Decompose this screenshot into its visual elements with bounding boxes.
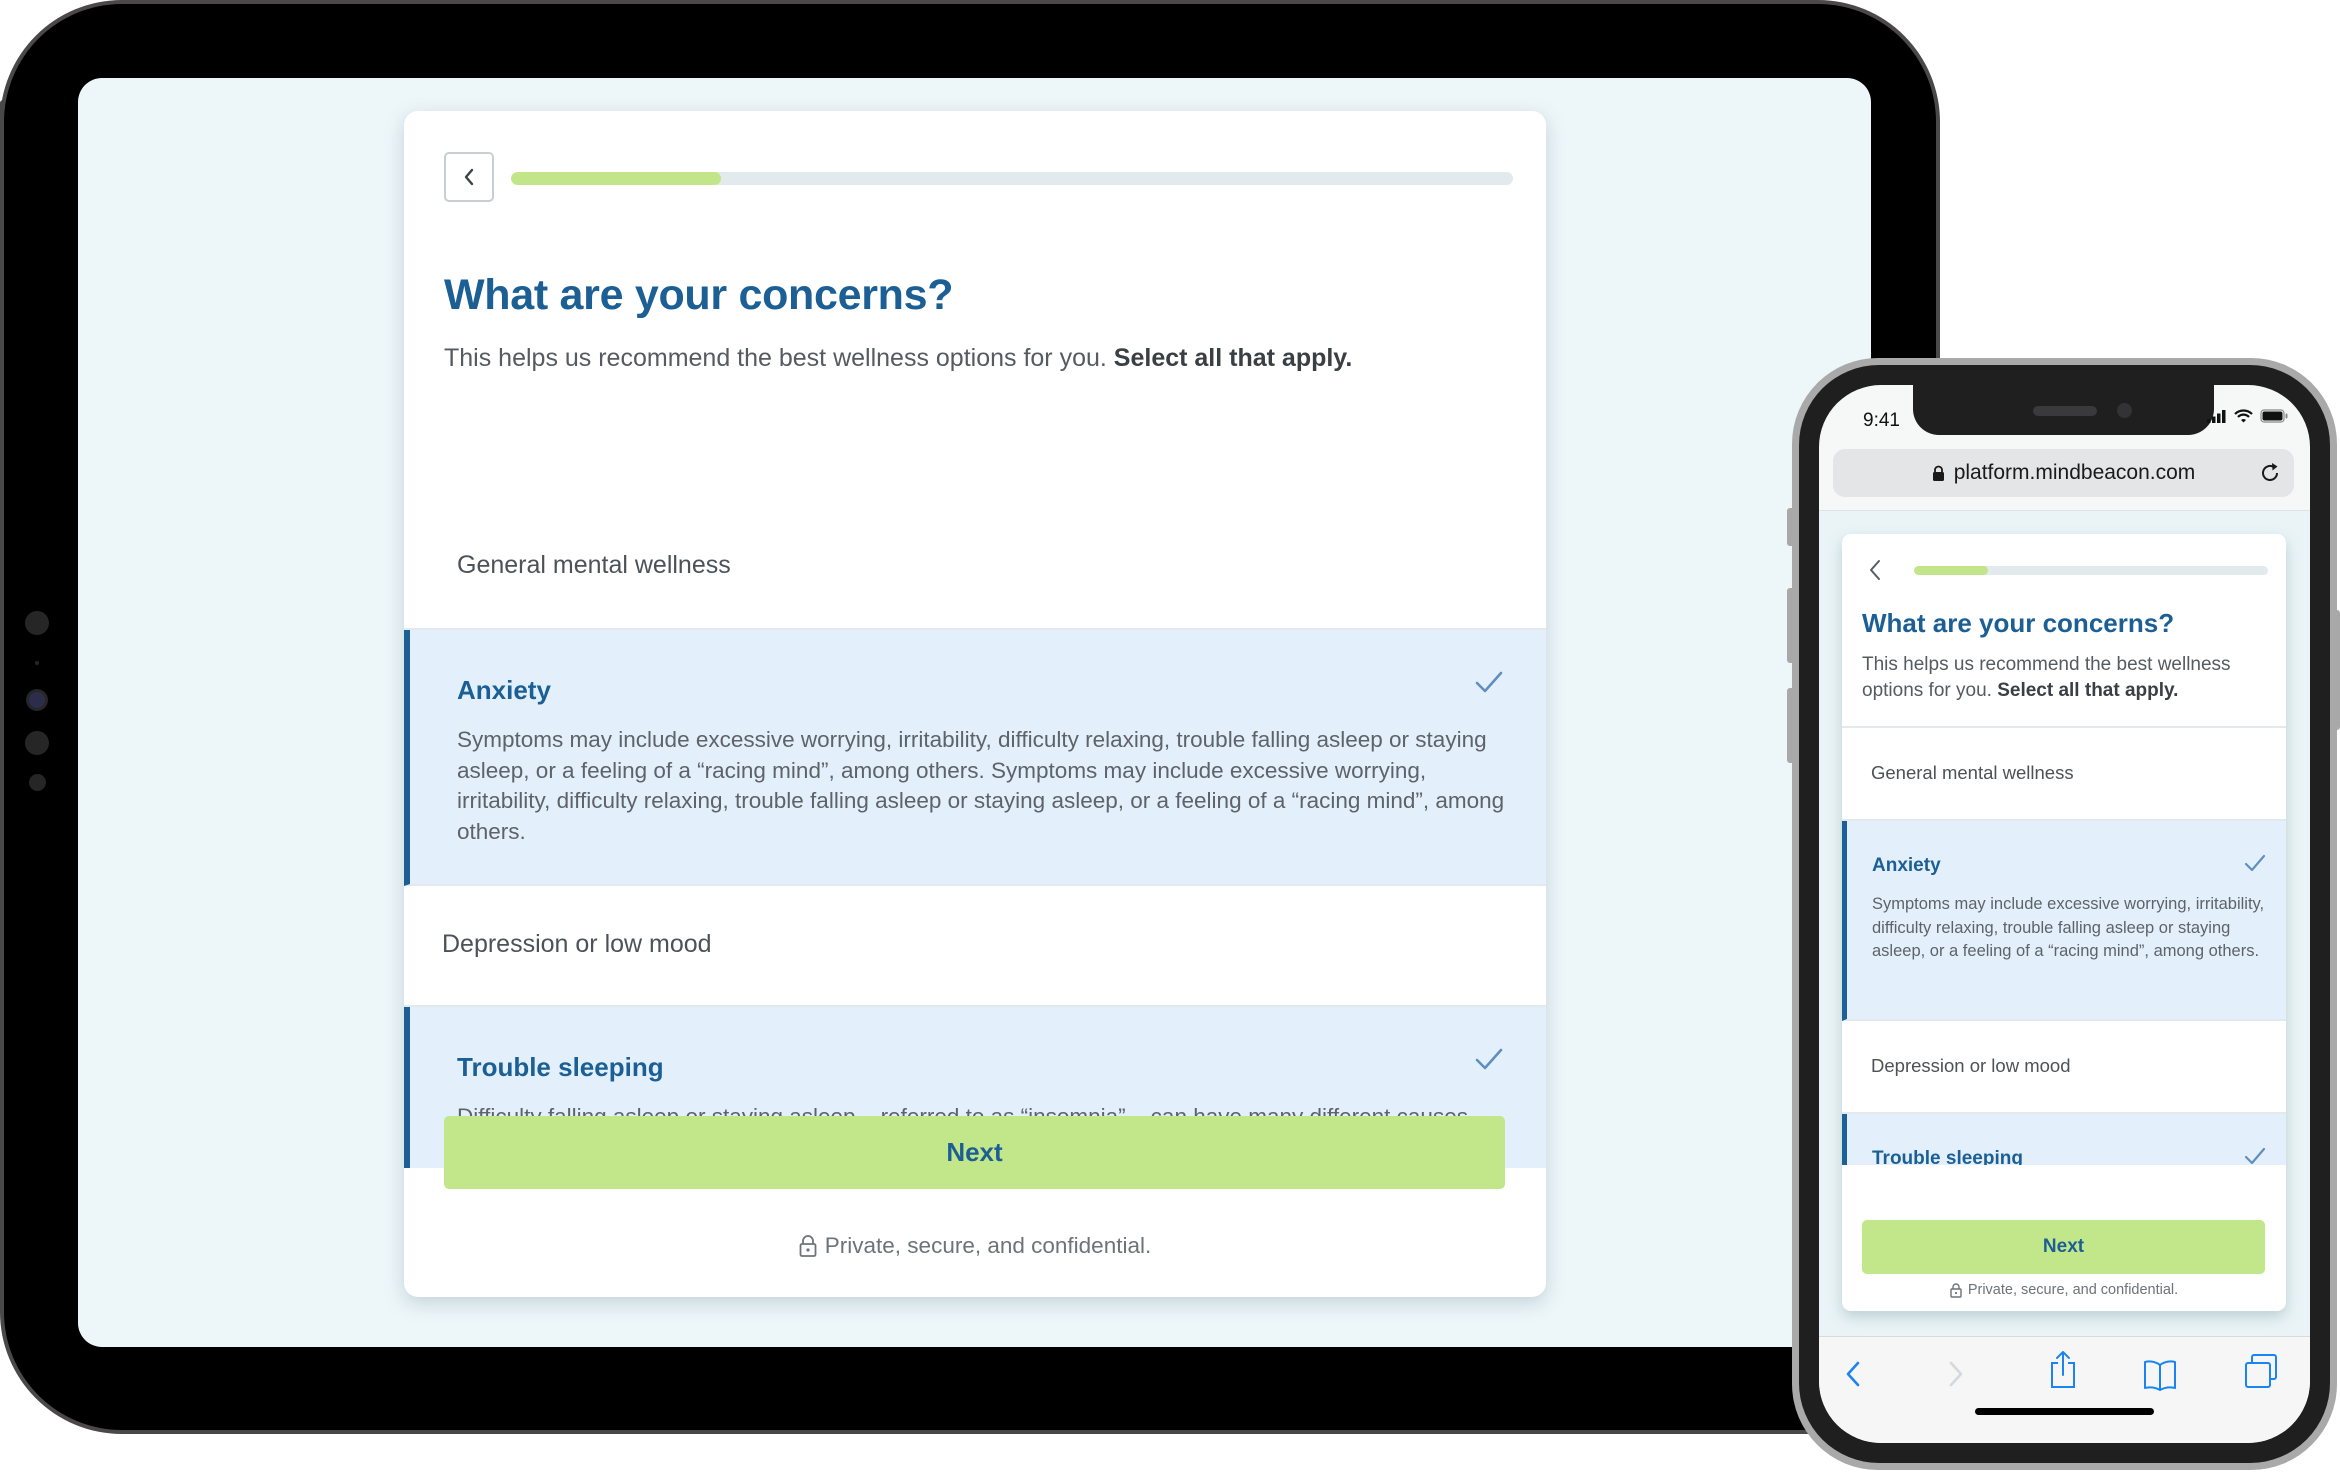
phone-device-frame: 9:41 platform.mindbeacon.com What are yo… bbox=[1792, 358, 2337, 1470]
option-description: Symptoms may include excessive worrying,… bbox=[457, 727, 1505, 844]
option-label: Trouble sleeping bbox=[457, 1052, 664, 1082]
option-depression-or-low-mood[interactable]: Depression or low mood bbox=[1842, 1021, 2286, 1114]
subtitle-text: This helps us recommend the best wellnes… bbox=[444, 344, 1107, 372]
page-subtitle: This helps us recommend the best wellnes… bbox=[444, 344, 1352, 373]
chevron-left-icon bbox=[464, 168, 474, 186]
address-bar[interactable]: platform.mindbeacon.com bbox=[1833, 449, 2294, 497]
option-label: Trouble sleeping bbox=[1872, 1148, 2023, 1165]
status-time: 9:41 bbox=[1863, 410, 1900, 431]
tablet-sensor bbox=[25, 611, 49, 635]
wifi-icon bbox=[2234, 409, 2253, 423]
lock-icon bbox=[1950, 1283, 1962, 1298]
progress-bar bbox=[511, 172, 1513, 185]
next-button[interactable]: Next bbox=[444, 1116, 1505, 1189]
safari-toolbar bbox=[1819, 1336, 2310, 1443]
forward-icon[interactable] bbox=[1946, 1357, 1966, 1391]
url-display: platform.mindbeacon.com bbox=[1833, 461, 2294, 485]
battery-icon bbox=[2260, 409, 2288, 423]
tablet-camera bbox=[29, 692, 45, 708]
tabs-icon[interactable] bbox=[2243, 1353, 2279, 1391]
option-general-mental-wellness[interactable]: General mental wellness bbox=[404, 509, 1546, 630]
option-anxiety[interactable]: Anxiety Symptoms may include excessive w… bbox=[1842, 821, 2286, 1021]
option-label: Depression or low mood bbox=[1871, 1055, 2071, 1076]
tablet-sensor bbox=[25, 731, 49, 755]
option-label: Anxiety bbox=[457, 675, 551, 705]
progress-fill bbox=[511, 172, 722, 185]
bookmarks-icon[interactable] bbox=[2142, 1357, 2178, 1393]
web-content: What are your concerns? This helps us re… bbox=[1819, 510, 2310, 1337]
option-label: Anxiety bbox=[1872, 855, 1941, 876]
speaker-grille bbox=[2033, 406, 2097, 416]
option-general-mental-wellness[interactable]: General mental wellness bbox=[1842, 728, 2286, 821]
subtitle-emphasis: Select all that apply. bbox=[1997, 680, 2179, 701]
page-subtitle: This helps us recommend the best wellnes… bbox=[1862, 652, 2262, 704]
checkmark-icon bbox=[1475, 671, 1503, 693]
option-depression-or-low-mood[interactable]: Depression or low mood bbox=[404, 886, 1546, 1007]
front-camera bbox=[2117, 403, 2132, 418]
back-chevron-icon[interactable] bbox=[1868, 558, 1882, 582]
back-icon[interactable] bbox=[1843, 1357, 1863, 1391]
option-label: General mental wellness bbox=[1871, 762, 2074, 783]
tablet-sensor bbox=[29, 774, 46, 791]
tablet-device-frame: What are your concerns? This helps us re… bbox=[4, 4, 1936, 1430]
concern-options-list[interactable]: General mental wellness Anxiety Symptoms… bbox=[404, 509, 1546, 1168]
checkmark-icon bbox=[2244, 854, 2266, 872]
option-description: Symptoms may include excessive worrying,… bbox=[1872, 895, 2265, 960]
questionnaire-card: What are your concerns? This helps us re… bbox=[1842, 534, 2286, 1311]
subtitle-emphasis: Select all that apply. bbox=[1113, 344, 1353, 372]
lock-icon bbox=[1932, 465, 1944, 481]
phone-bezel: 9:41 platform.mindbeacon.com What are yo… bbox=[1799, 365, 2330, 1463]
share-icon[interactable] bbox=[2048, 1349, 2078, 1389]
option-label: General mental wellness bbox=[457, 551, 731, 579]
back-button[interactable] bbox=[444, 152, 494, 202]
lock-icon bbox=[799, 1235, 817, 1257]
questionnaire-card: What are your concerns? This helps us re… bbox=[404, 111, 1546, 1297]
checkmark-icon bbox=[1475, 1048, 1503, 1070]
page-title: What are your concerns? bbox=[1862, 608, 2175, 638]
home-indicator[interactable] bbox=[1975, 1408, 2154, 1415]
progress-bar bbox=[1914, 566, 2268, 575]
concern-options-list[interactable]: General mental wellness Anxiety Symptoms… bbox=[1842, 726, 2286, 1165]
tablet-sensor-dot bbox=[35, 661, 39, 665]
progress-fill bbox=[1914, 566, 1989, 575]
privacy-text: Private, secure, and confidential. bbox=[1967, 1282, 2179, 1298]
privacy-note: Private, secure, and confidential. bbox=[404, 1233, 1546, 1259]
status-icons bbox=[2207, 409, 2288, 423]
option-label: Depression or low mood bbox=[442, 930, 712, 958]
reload-icon[interactable] bbox=[2260, 461, 2282, 485]
next-button[interactable]: Next bbox=[1862, 1220, 2265, 1274]
checkmark-icon bbox=[2244, 1147, 2266, 1165]
privacy-note: Private, secure, and confidential. bbox=[1842, 1282, 2286, 1298]
privacy-text: Private, secure, and confidential. bbox=[824, 1233, 1152, 1258]
cellular-signal-icon bbox=[2207, 409, 2226, 423]
option-anxiety[interactable]: Anxiety Symptoms may include excessive w… bbox=[404, 630, 1546, 886]
page-title: What are your concerns? bbox=[444, 271, 954, 319]
tablet-screen: What are your concerns? This helps us re… bbox=[78, 78, 1871, 1347]
phone-screen: 9:41 platform.mindbeacon.com What are yo… bbox=[1819, 385, 2310, 1443]
url-text: platform.mindbeacon.com bbox=[1953, 461, 2196, 484]
phone-notch bbox=[1913, 385, 2214, 435]
option-trouble-sleeping[interactable]: Trouble sleeping Difficulty falling asle… bbox=[1842, 1114, 2286, 1165]
